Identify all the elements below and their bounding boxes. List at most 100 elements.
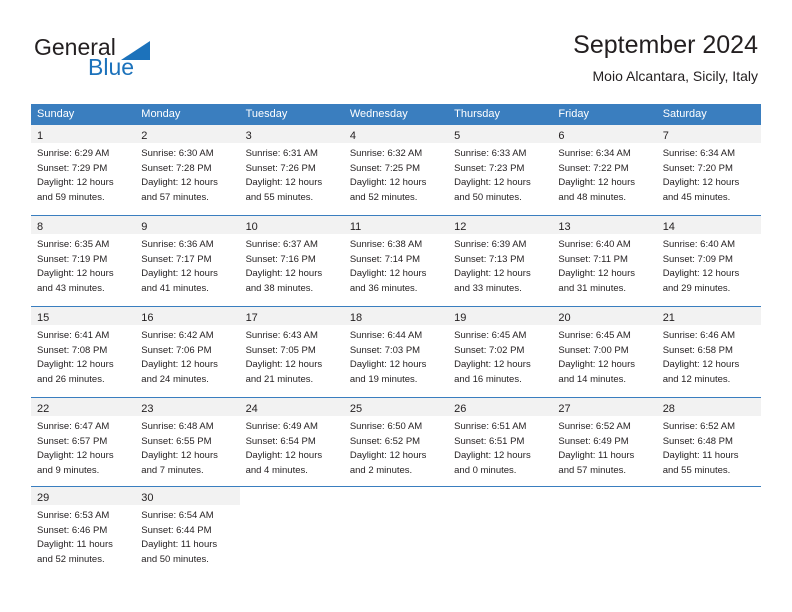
day-cell[interactable]: 20 Sunrise: 6:45 AM Sunset: 7:00 PM Dayl… bbox=[552, 307, 657, 397]
day-number-band: 4 bbox=[343, 125, 449, 143]
day-cell[interactable]: 12 Sunrise: 6:39 AM Sunset: 7:13 PM Dayl… bbox=[448, 216, 553, 306]
day-cell[interactable]: 17 Sunrise: 6:43 AM Sunset: 7:05 PM Dayl… bbox=[239, 307, 344, 397]
sunrise-text: Sunrise: 6:35 AM bbox=[37, 239, 110, 250]
sunrise-text: Sunrise: 6:36 AM bbox=[141, 239, 214, 250]
day-number-band: 21 bbox=[656, 307, 761, 325]
sunset-text: Sunset: 7:09 PM bbox=[662, 253, 733, 265]
day-cell[interactable]: 19 Sunrise: 6:45 AM Sunset: 7:02 PM Dayl… bbox=[448, 307, 553, 397]
day-cell[interactable]: 10 Sunrise: 6:37 AM Sunset: 7:16 PM Dayl… bbox=[239, 216, 344, 306]
day-cell[interactable]: 7 Sunrise: 6:34 AM Sunset: 7:20 PM Dayli… bbox=[656, 125, 761, 215]
day-cell[interactable]: 18 Sunrise: 6:44 AM Sunset: 7:03 PM Dayl… bbox=[343, 307, 449, 397]
daylight-line2: and 59 minutes. bbox=[37, 191, 105, 203]
sunrise-text: Sunrise: 6:40 AM bbox=[662, 239, 736, 250]
day-cell[interactable]: 21 Sunrise: 6:46 AM Sunset: 6:58 PM Dayl… bbox=[656, 307, 761, 397]
sunset-text: Sunset: 6:44 PM bbox=[141, 524, 212, 536]
sunrise-text: Sunrise: 6:54 AM bbox=[141, 510, 214, 521]
daylight-line1: Daylight: 11 hours bbox=[141, 539, 218, 550]
daylight-line2: and 19 minutes. bbox=[349, 373, 418, 385]
daylight-line2: and 33 minutes. bbox=[454, 282, 522, 294]
day-cell[interactable]: 1 Sunrise: 6:29 AM Sunset: 7:29 PM Dayli… bbox=[31, 125, 136, 215]
day-cell[interactable]: 27 Sunrise: 6:52 AM Sunset: 6:49 PM Dayl… bbox=[552, 398, 657, 486]
day-details: Sunrise: 6:35 AM Sunset: 7:19 PM Dayligh… bbox=[31, 234, 135, 296]
day-cell[interactable]: 9 Sunrise: 6:36 AM Sunset: 7:17 PM Dayli… bbox=[135, 216, 240, 306]
sunset-text: Sunset: 6:49 PM bbox=[558, 435, 629, 447]
daylight-line2: and 21 minutes. bbox=[245, 373, 314, 385]
day-cell[interactable]: 4 Sunrise: 6:32 AM Sunset: 7:25 PM Dayli… bbox=[343, 125, 449, 215]
sunrise-text: Sunrise: 6:41 AM bbox=[37, 330, 110, 341]
day-number-band: 29 bbox=[31, 487, 136, 505]
day-cell[interactable]: 24 Sunrise: 6:49 AM Sunset: 6:54 PM Dayl… bbox=[239, 398, 344, 486]
day-cell[interactable]: 25 Sunrise: 6:50 AM Sunset: 6:52 PM Dayl… bbox=[343, 398, 449, 486]
day-number-band: 22 bbox=[31, 398, 136, 416]
daylight-line1: Daylight: 12 hours bbox=[349, 359, 427, 370]
sunrise-text: Sunrise: 6:30 AM bbox=[141, 148, 214, 159]
brand-name-blue: Blue bbox=[88, 54, 135, 80]
daylight-line1: Daylight: 12 hours bbox=[141, 268, 218, 279]
day-number: 4 bbox=[349, 130, 356, 142]
day-number-band: 16 bbox=[135, 307, 240, 325]
day-number-band bbox=[552, 487, 656, 505]
day-number-band: 24 bbox=[239, 398, 344, 416]
sunrise-text: Sunrise: 6:44 AM bbox=[349, 330, 423, 341]
day-number-band: 30 bbox=[135, 487, 240, 505]
day-cell-empty bbox=[239, 487, 344, 577]
day-cell[interactable]: 29 Sunrise: 6:53 AM Sunset: 6:46 PM Dayl… bbox=[31, 487, 136, 577]
sunrise-text: Sunrise: 6:45 AM bbox=[558, 330, 631, 341]
day-details: Sunrise: 6:44 AM Sunset: 7:03 PM Dayligh… bbox=[344, 325, 448, 387]
day-cell[interactable]: 11 Sunrise: 6:38 AM Sunset: 7:14 PM Dayl… bbox=[343, 216, 449, 306]
day-number: 19 bbox=[454, 312, 467, 324]
day-details: Sunrise: 6:30 AM Sunset: 7:28 PM Dayligh… bbox=[135, 143, 239, 205]
daylight-line2: and 45 minutes. bbox=[662, 191, 731, 203]
day-cell[interactable]: 6 Sunrise: 6:34 AM Sunset: 7:22 PM Dayli… bbox=[552, 125, 657, 215]
day-cell[interactable]: 3 Sunrise: 6:31 AM Sunset: 7:26 PM Dayli… bbox=[239, 125, 344, 215]
daylight-line1: Daylight: 12 hours bbox=[454, 359, 531, 370]
daylight-line1: Daylight: 12 hours bbox=[141, 177, 218, 188]
daylight-line1: Daylight: 12 hours bbox=[141, 359, 218, 370]
sunset-text: Sunset: 7:00 PM bbox=[558, 344, 629, 356]
sunset-text: Sunset: 7:06 PM bbox=[141, 344, 212, 356]
sunrise-text: Sunrise: 6:39 AM bbox=[454, 239, 527, 250]
day-details: Sunrise: 6:51 AM Sunset: 6:51 PM Dayligh… bbox=[448, 416, 552, 478]
daylight-line2: and 52 minutes. bbox=[37, 553, 105, 565]
daylight-line1: Daylight: 12 hours bbox=[662, 359, 740, 370]
daylight-line2: and 29 minutes. bbox=[662, 282, 731, 294]
day-number-band: 5 bbox=[448, 125, 553, 143]
day-cell[interactable]: 28 Sunrise: 6:52 AM Sunset: 6:48 PM Dayl… bbox=[656, 398, 761, 486]
day-number-band bbox=[657, 487, 761, 505]
day-cell[interactable]: 30 Sunrise: 6:54 AM Sunset: 6:44 PM Dayl… bbox=[135, 487, 240, 577]
day-cell[interactable]: 16 Sunrise: 6:42 AM Sunset: 7:06 PM Dayl… bbox=[135, 307, 240, 397]
day-cell[interactable]: 23 Sunrise: 6:48 AM Sunset: 6:55 PM Dayl… bbox=[135, 398, 240, 486]
day-details: Sunrise: 6:38 AM Sunset: 7:14 PM Dayligh… bbox=[344, 234, 448, 296]
sunrise-text: Sunrise: 6:32 AM bbox=[349, 148, 423, 159]
day-cell[interactable]: 26 Sunrise: 6:51 AM Sunset: 6:51 PM Dayl… bbox=[448, 398, 553, 486]
sunset-text: Sunset: 6:51 PM bbox=[454, 435, 525, 447]
day-details: Sunrise: 6:34 AM Sunset: 7:20 PM Dayligh… bbox=[657, 143, 761, 205]
day-number: 21 bbox=[662, 312, 675, 324]
day-cell[interactable]: 15 Sunrise: 6:41 AM Sunset: 7:08 PM Dayl… bbox=[31, 307, 136, 397]
day-number-band: 2 bbox=[135, 125, 240, 143]
day-details: Sunrise: 6:32 AM Sunset: 7:25 PM Dayligh… bbox=[344, 143, 448, 205]
week-row: 29 Sunrise: 6:53 AM Sunset: 6:46 PM Dayl… bbox=[31, 486, 761, 577]
day-cell[interactable]: 22 Sunrise: 6:47 AM Sunset: 6:57 PM Dayl… bbox=[31, 398, 136, 486]
day-cell-empty bbox=[552, 487, 657, 577]
day-cell[interactable]: 8 Sunrise: 6:35 AM Sunset: 7:19 PM Dayli… bbox=[31, 216, 136, 306]
day-number-band: 13 bbox=[552, 216, 657, 234]
daylight-line2: and 57 minutes. bbox=[141, 191, 209, 203]
day-details: Sunrise: 6:52 AM Sunset: 6:49 PM Dayligh… bbox=[552, 416, 656, 478]
day-cell[interactable]: 14 Sunrise: 6:40 AM Sunset: 7:09 PM Dayl… bbox=[656, 216, 761, 306]
sunset-text: Sunset: 6:55 PM bbox=[141, 435, 212, 447]
day-number: 15 bbox=[37, 312, 50, 324]
day-details: Sunrise: 6:40 AM Sunset: 7:09 PM Dayligh… bbox=[657, 234, 761, 296]
day-cell[interactable]: 13 Sunrise: 6:40 AM Sunset: 7:11 PM Dayl… bbox=[552, 216, 657, 306]
daylight-line1: Daylight: 12 hours bbox=[662, 177, 740, 188]
sunset-text: Sunset: 7:28 PM bbox=[141, 162, 212, 174]
day-number: 28 bbox=[662, 403, 675, 415]
brand-logo[interactable]: General Blue bbox=[34, 34, 234, 90]
day-details: Sunrise: 6:46 AM Sunset: 6:58 PM Dayligh… bbox=[657, 325, 761, 387]
sunrise-text: Sunrise: 6:49 AM bbox=[245, 421, 318, 432]
day-cell[interactable]: 5 Sunrise: 6:33 AM Sunset: 7:23 PM Dayli… bbox=[448, 125, 553, 215]
day-details: Sunrise: 6:45 AM Sunset: 7:02 PM Dayligh… bbox=[448, 325, 552, 387]
day-details: Sunrise: 6:42 AM Sunset: 7:06 PM Dayligh… bbox=[135, 325, 239, 387]
day-cell[interactable]: 2 Sunrise: 6:30 AM Sunset: 7:28 PM Dayli… bbox=[135, 125, 240, 215]
day-number-band: 25 bbox=[343, 398, 449, 416]
